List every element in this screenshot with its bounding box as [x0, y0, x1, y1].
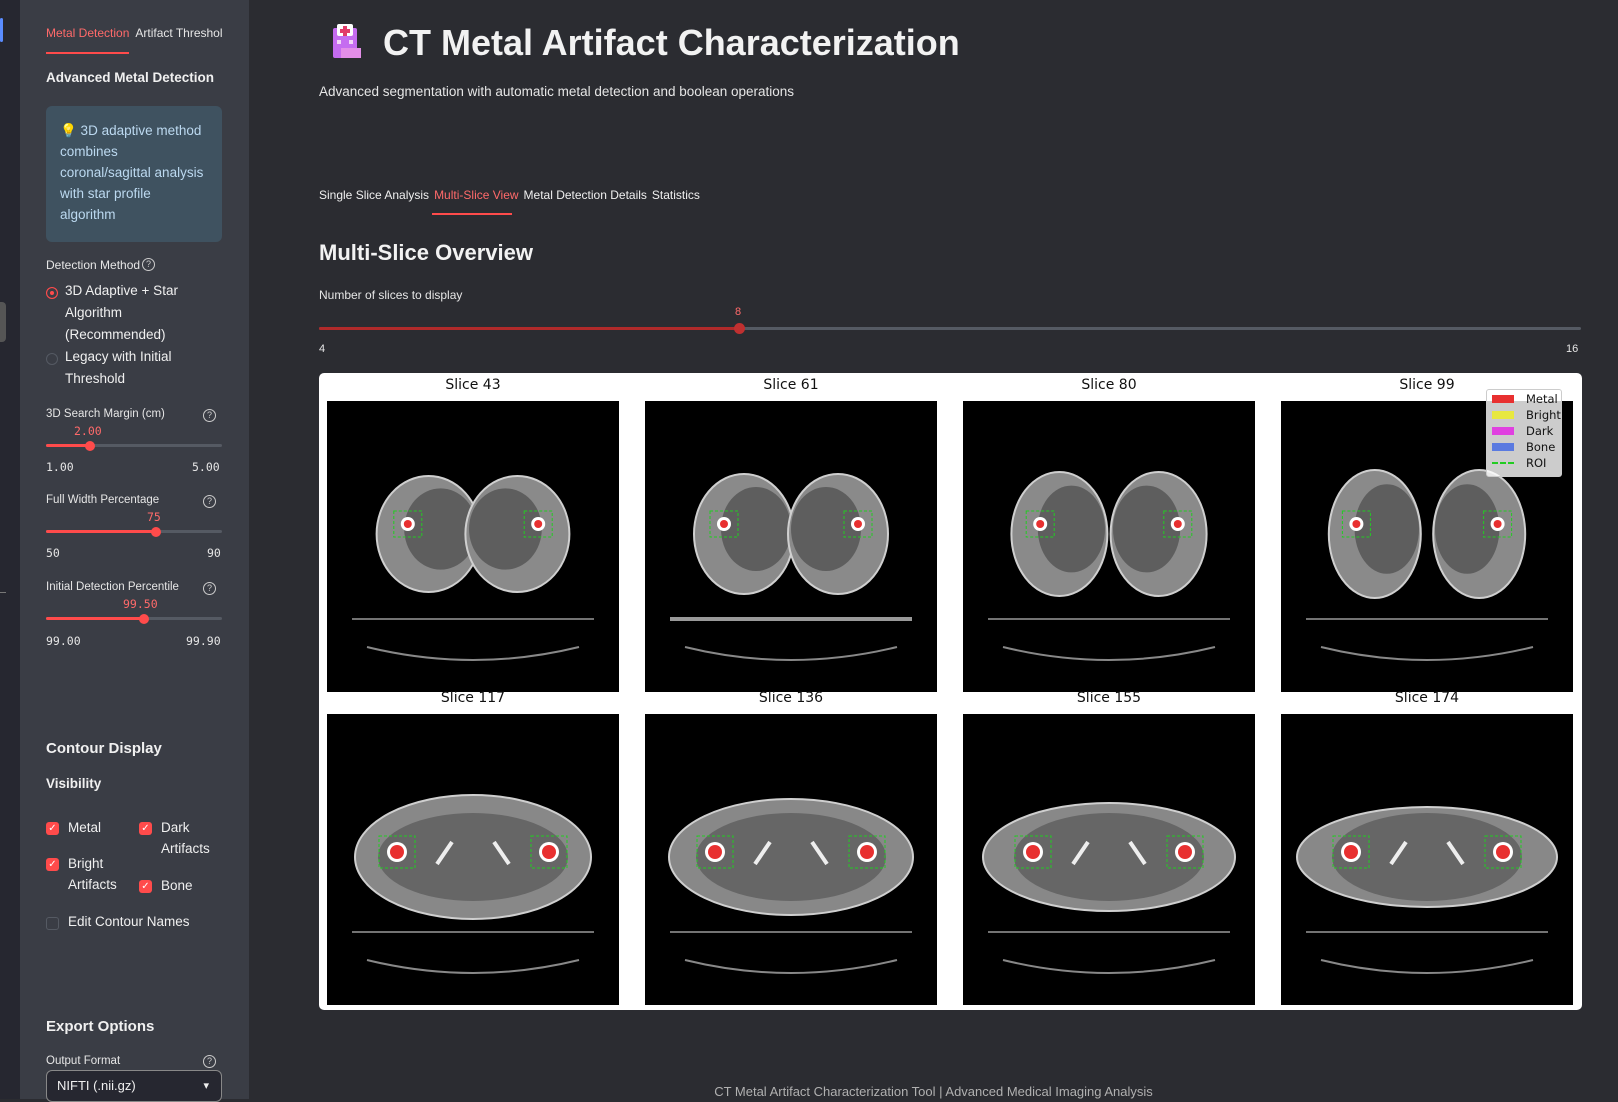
slices-slider-fill: [319, 327, 740, 330]
initial-percentile-thumb[interactable]: [139, 614, 149, 624]
main-content: CT Metal Artifact Characterization Advan…: [249, 0, 1618, 1099]
help-icon[interactable]: ?: [203, 582, 216, 595]
checkbox-bright-artifacts[interactable]: ✓: [46, 858, 59, 871]
slices-slider-value: 8: [735, 306, 742, 318]
detection-method-label: Detection Method: [46, 258, 141, 272]
ct-slice-image: [963, 401, 1255, 692]
tab-single-slice[interactable]: Single Slice Analysis: [319, 188, 429, 202]
active-tab-underline: [46, 52, 129, 54]
main-tabs: Single Slice Analysis Multi-Slice View Met…: [319, 188, 705, 202]
slice-title: Slice 61: [763, 377, 819, 393]
help-icon[interactable]: ?: [203, 495, 216, 508]
section-title-metal-detection: Advanced Metal Detection: [46, 70, 215, 85]
page-subtitle: Advanced segmentation with automatic met…: [319, 84, 795, 99]
radio-legacy[interactable]: [46, 353, 58, 365]
search-margin-min: 1.00: [46, 460, 74, 474]
legend: Metal Bright Dark Bone ROI: [1486, 389, 1562, 477]
slice-title: Slice 174: [1394, 690, 1460, 706]
legend-swatch: [1492, 462, 1514, 464]
ct-slice-image: [645, 401, 937, 692]
slice-title: Slice 80: [1081, 377, 1137, 393]
slice-title: Slice 155: [1076, 690, 1142, 706]
checkbox-bone[interactable]: ✓: [139, 880, 152, 893]
full-width-thumb[interactable]: [151, 527, 161, 537]
slices-slider-thumb[interactable]: [734, 323, 745, 334]
ct-slice-image: [963, 714, 1255, 1005]
full-width-fill: [46, 530, 156, 533]
tab-artifact-thresholds[interactable]: Artifact Thresholds: [135, 26, 222, 40]
slices-slider-min: 4: [319, 343, 326, 355]
legend-swatch: [1492, 427, 1514, 435]
output-format-value: NIFTI (.nii.gz): [57, 1078, 136, 1093]
slice-title: Slice 136: [758, 690, 824, 706]
initial-percentile-fill: [46, 617, 144, 620]
info-callout: 💡 3D adaptive method combines coronal/sa…: [46, 106, 222, 242]
full-width-min: 50: [46, 546, 60, 560]
search-margin-label: 3D Search Margin (cm): [46, 408, 165, 420]
legend-swatch: [1492, 411, 1514, 419]
search-margin-max: 5.00: [192, 460, 220, 474]
initial-percentile-value: 99.50: [123, 597, 158, 611]
help-icon[interactable]: ?: [203, 409, 216, 422]
search-margin-value: 2.00: [74, 424, 102, 438]
initial-percentile-max: 99.90: [186, 634, 221, 648]
tab-multi-slice[interactable]: Multi-Slice View: [434, 188, 518, 202]
tab-metal-detection[interactable]: Metal Detection: [46, 26, 129, 40]
tab-metal-detection-details[interactable]: Metal Detection Details: [524, 188, 647, 202]
slices-slider-max: 16: [1566, 343, 1579, 355]
slice-title: Slice 43: [445, 377, 501, 393]
rail-active-marker: [0, 18, 3, 42]
hospital-icon: [333, 24, 361, 58]
contour-display-title: Contour Display: [46, 740, 162, 757]
slice-title: Slice 117: [440, 690, 506, 706]
sidebar-tabs: Metal Detection Artifact Thresholds: [46, 26, 222, 46]
checkbox-label-bright-artifacts[interactable]: Bright Artifacts: [68, 853, 128, 895]
multi-slice-figure: Slice 43 Slice 61 Slice 80 Slice 99 Slic…: [319, 373, 1582, 1010]
sidebar-resize-handle[interactable]: [0, 302, 6, 342]
legend-swatch: [1492, 443, 1514, 451]
toggle-edit-contour-names[interactable]: [46, 917, 59, 930]
visibility-label: Visibility: [46, 776, 102, 791]
sidebar-collapse-rail: [0, 0, 20, 1099]
initial-percentile-min: 99.00: [46, 634, 81, 648]
toggle-label-edit-contour-names[interactable]: Edit Contour Names: [68, 911, 190, 932]
search-margin-thumb[interactable]: [85, 441, 95, 451]
checkbox-dark-artifacts[interactable]: ✓: [139, 822, 152, 835]
full-width-max: 90: [207, 546, 221, 560]
ct-slice-image: [327, 401, 619, 692]
chevron-down-icon: ▾: [203, 1080, 209, 1092]
output-format-select[interactable]: NIFTI (.nii.gz) ▾: [46, 1070, 222, 1102]
checkbox-metal[interactable]: ✓: [46, 822, 59, 835]
checkbox-label-metal[interactable]: Metal: [68, 817, 101, 838]
ct-slice-image: [1281, 714, 1573, 1005]
radio-3d-adaptive[interactable]: [46, 287, 58, 299]
output-format-label: Output Format: [46, 1055, 121, 1067]
legend-swatch: [1492, 395, 1514, 403]
rail-tick: [0, 592, 6, 593]
export-options-title: Export Options: [46, 1018, 155, 1035]
section-heading: Multi-Slice Overview: [319, 240, 533, 265]
sidebar: Metal Detection Artifact Thresholds Advan…: [20, 0, 249, 1102]
footer: CT Metal Artifact Characterization Tool …: [714, 1084, 1153, 1099]
full-width-value: 75: [147, 510, 161, 524]
ct-slice-image: [645, 714, 937, 1005]
full-width-label: Full Width Percentage: [46, 494, 160, 506]
checkbox-label-dark-artifacts[interactable]: Dark Artifacts: [161, 817, 221, 859]
initial-percentile-label: Initial Detection Percentile: [46, 581, 179, 593]
help-icon[interactable]: ?: [142, 258, 155, 271]
radio-label-legacy[interactable]: Legacy with Initial Threshold: [65, 346, 185, 390]
checkbox-label-bone[interactable]: Bone: [161, 875, 193, 896]
ct-slice-image: [327, 714, 619, 1005]
search-margin-fill: [46, 444, 90, 447]
tab-statistics[interactable]: Statistics: [652, 188, 700, 202]
active-tab-underline: [432, 213, 512, 215]
slices-slider-label: Number of slices to display: [319, 288, 463, 302]
radio-label-3d-adaptive[interactable]: 3D Adaptive + Star Algorithm (Recommende…: [65, 280, 185, 346]
page-title: CT Metal Artifact Characterization: [383, 22, 960, 63]
help-icon[interactable]: ?: [203, 1055, 216, 1068]
